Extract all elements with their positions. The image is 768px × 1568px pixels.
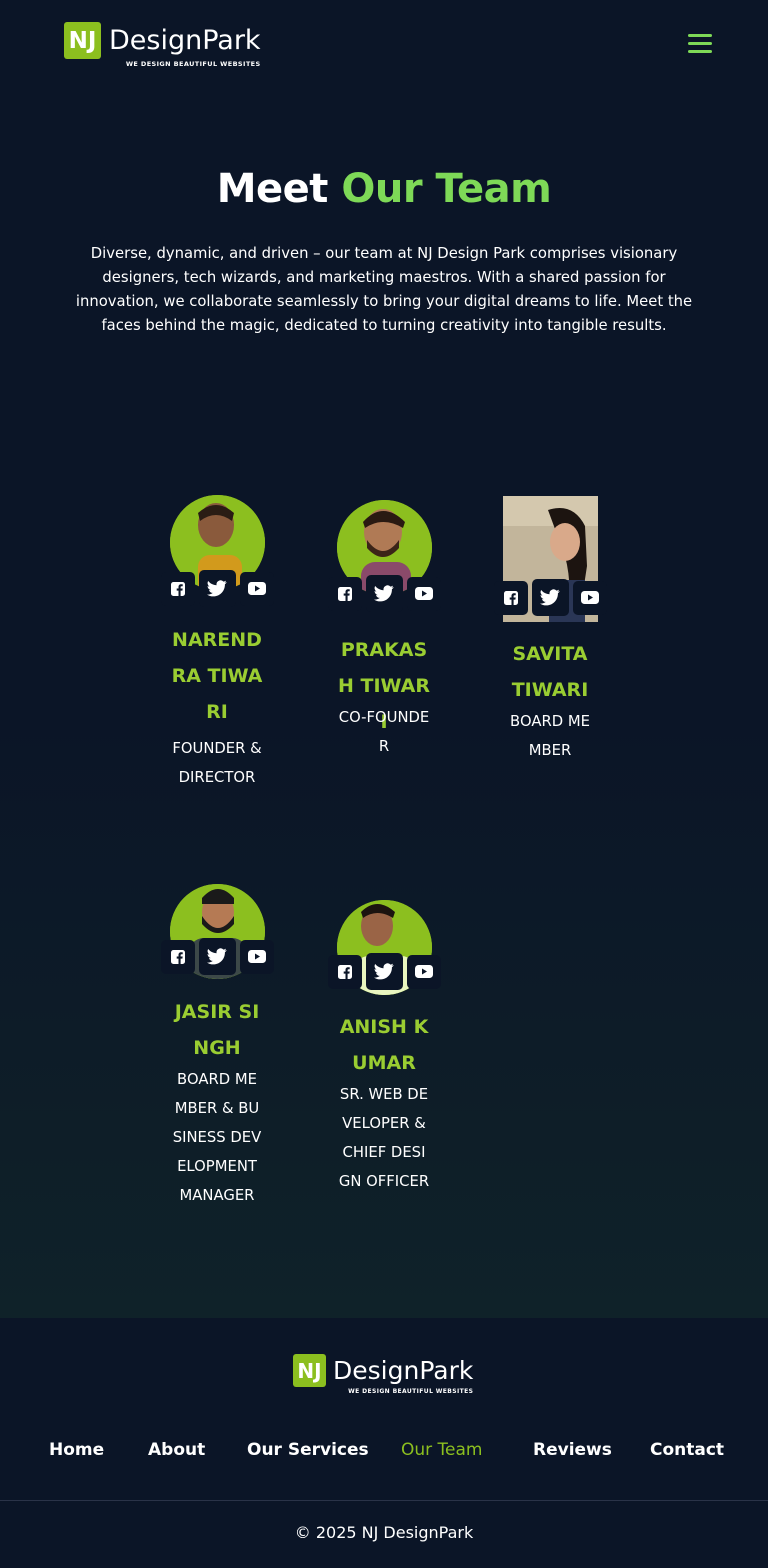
member-role: CO-FOUNDER: [338, 709, 430, 755]
logo-name: DesignPark: [333, 1356, 474, 1385]
member-name: ANISH KUMAR: [339, 1016, 429, 1074]
hamburger-menu-icon[interactable]: [688, 34, 714, 56]
member-role: SR. WEB DEVELOPER & CHIEF DESIGN OFFICER: [338, 1086, 430, 1190]
footer-link-contact[interactable]: Contact: [650, 1440, 724, 1460]
twitter-icon[interactable]: [365, 953, 403, 990]
team-description: Diverse, dynamic, and driven – our team …: [75, 245, 693, 334]
logo-name: DesignPark: [109, 25, 261, 56]
title-lead: Meet: [216, 166, 342, 212]
facebook-icon[interactable]: [327, 576, 362, 611]
page-title: Meet Our Team: [0, 166, 768, 212]
footer-link-our-team[interactable]: Our Team: [401, 1440, 482, 1460]
youtube-icon[interactable]: [239, 939, 274, 974]
footer-link-our-services[interactable]: Our Services: [247, 1440, 369, 1460]
youtube-icon[interactable]: [406, 576, 441, 611]
logo-mark: NJ: [64, 22, 101, 59]
member-name: NARENDRA TIWARI: [171, 629, 263, 723]
youtube-icon[interactable]: [406, 954, 441, 989]
social-links: [304, 575, 464, 612]
site-header: NJ DesignPark WE DESIGN BEAUTIFUL WEBSIT…: [0, 0, 768, 90]
facebook-icon[interactable]: [160, 939, 195, 974]
footer-link-home[interactable]: Home: [49, 1440, 104, 1460]
logo-tagline: WE DESIGN BEAUTIFUL WEBSITES: [125, 60, 261, 68]
site-footer: NJ DesignPark WE DESIGN BEAUTIFUL WEBSIT…: [0, 1318, 768, 1568]
footer-link-about[interactable]: About: [148, 1440, 205, 1460]
copyright-text: © 2025 NJ DesignPark: [294, 1523, 474, 1542]
twitter-icon[interactable]: [531, 579, 569, 616]
youtube-icon[interactable]: [239, 571, 274, 606]
member-name: JASIR SINGH: [174, 1001, 260, 1059]
footer-divider: [0, 1500, 768, 1501]
site-logo[interactable]: NJ DesignPark WE DESIGN BEAUTIFUL WEBSIT…: [64, 22, 261, 68]
youtube-icon[interactable]: [572, 580, 607, 615]
member-role: BOARD MEMBER: [510, 713, 590, 759]
title-accent: Our Team: [341, 166, 552, 212]
logo-tagline: WE DESIGN BEAUTIFUL WEBSITES: [348, 1388, 474, 1395]
footer-logo[interactable]: NJ DesignPark WE DESIGN BEAUTIFUL WEBSIT…: [293, 1354, 473, 1395]
logo-mark: NJ: [293, 1354, 326, 1387]
social-links: [137, 938, 297, 975]
facebook-icon[interactable]: [160, 571, 195, 606]
facebook-icon[interactable]: [493, 580, 528, 615]
footer-link-reviews[interactable]: Reviews: [533, 1440, 612, 1460]
social-links: [304, 953, 464, 990]
social-links: [470, 579, 630, 616]
facebook-icon[interactable]: [327, 954, 362, 989]
footer-nav: Home About Our Services Our Team Reviews…: [0, 1440, 768, 1464]
member-role: BOARD MEMBER & BUSINESS DEVELOPMENT MANA…: [172, 1071, 262, 1204]
twitter-icon[interactable]: [198, 570, 236, 607]
twitter-icon[interactable]: [198, 938, 236, 975]
member-name: SAVITA TIWARI: [511, 643, 589, 701]
member-role: FOUNDER & DIRECTOR: [172, 740, 262, 786]
social-links: [137, 570, 297, 607]
twitter-icon[interactable]: [365, 575, 403, 612]
